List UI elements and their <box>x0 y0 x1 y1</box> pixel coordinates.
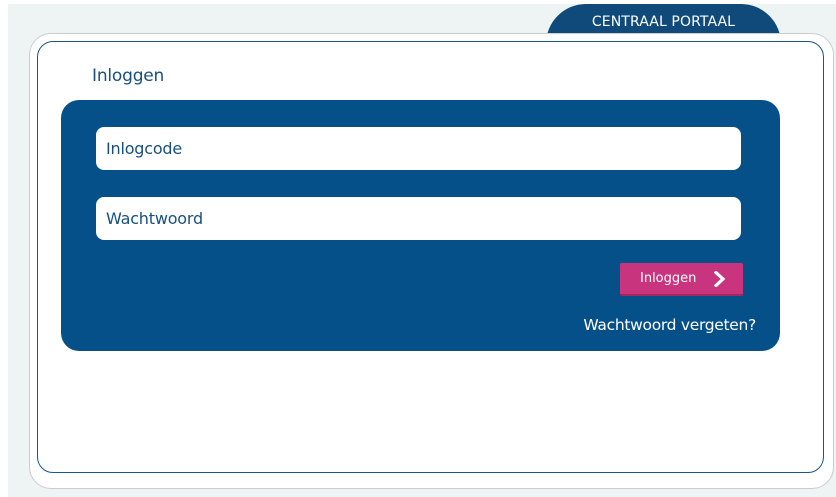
page-title: Inloggen <box>92 66 165 86</box>
forgot-password-link[interactable]: Wachtwoord vergeten? <box>583 316 756 334</box>
login-button[interactable]: Inloggen <box>620 263 743 296</box>
portal-tab-label: CENTRAAL PORTAAL <box>591 14 736 30</box>
password-input[interactable] <box>96 197 741 240</box>
username-input[interactable] <box>96 127 741 170</box>
login-button-label: Inloggen <box>640 271 697 286</box>
chevron-right-icon <box>713 271 726 287</box>
